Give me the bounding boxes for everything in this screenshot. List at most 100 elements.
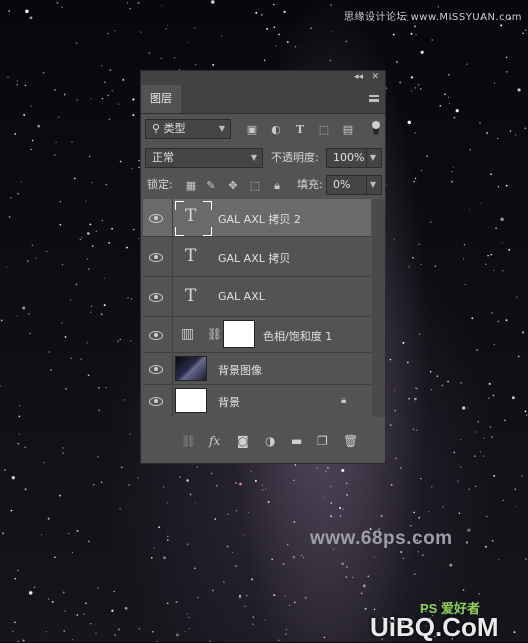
star — [119, 508, 121, 510]
star — [497, 186, 500, 188]
link-layers-icon[interactable]: ⛓ — [181, 434, 196, 448]
lock-all-icon[interactable]: 🔒︎ — [271, 179, 283, 193]
star — [429, 370, 432, 373]
star — [69, 299, 72, 301]
star — [17, 569, 19, 572]
fill-value: 0% — [333, 178, 351, 191]
star — [266, 27, 269, 30]
star — [239, 596, 241, 599]
star — [17, 443, 19, 445]
star — [261, 484, 264, 486]
visibility-eye-icon[interactable] — [148, 364, 164, 374]
star — [419, 88, 422, 90]
star — [174, 57, 176, 59]
star — [22, 306, 26, 310]
panel-titlebar[interactable]: ◂◂ ✕ — [141, 71, 385, 85]
star — [419, 333, 421, 335]
star — [344, 560, 346, 562]
star — [79, 238, 81, 241]
star — [283, 10, 286, 13]
fill-field[interactable]: 0% ▼ — [326, 175, 382, 195]
star — [123, 399, 126, 401]
star — [100, 65, 103, 67]
close-icon[interactable]: ✕ — [371, 72, 379, 82]
star — [415, 387, 417, 389]
star — [412, 257, 414, 259]
star — [48, 351, 51, 353]
blend-mode-select[interactable]: 正常 ▼ — [145, 148, 263, 168]
visibility-eye-icon[interactable] — [148, 292, 164, 302]
star — [120, 466, 123, 469]
adjustment-filter-icon[interactable]: ◐ — [269, 123, 283, 137]
star — [244, 605, 246, 608]
layer-row[interactable]: T GAL AXL 拷贝 2 — [143, 199, 371, 237]
lock-transparent-icon[interactable]: ▦ — [185, 179, 197, 193]
trash-icon[interactable]: 🗑︎ — [343, 434, 358, 448]
visibility-eye-icon[interactable] — [148, 252, 164, 262]
star — [277, 639, 280, 642]
layer-row[interactable]: T GAL AXL — [143, 277, 371, 317]
star — [418, 516, 421, 519]
star — [158, 526, 161, 529]
star — [408, 398, 410, 400]
type-filter-icon[interactable]: T — [293, 123, 307, 137]
chain-link-icon[interactable]: ⛓ — [207, 327, 222, 341]
lock-brush-icon[interactable]: ✎ — [205, 179, 217, 193]
star — [61, 6, 63, 9]
layer-row[interactable]: ▥ ⛓ 色相/饱和度 1 — [143, 317, 371, 353]
star — [211, 0, 215, 4]
star — [86, 232, 90, 235]
add-mask-icon[interactable]: ◙ — [237, 434, 249, 448]
star — [408, 266, 410, 268]
star — [518, 355, 520, 358]
star — [415, 429, 418, 432]
watermark-logo: UiBQ.CoM — [370, 612, 499, 642]
new-adjustment-layer-icon[interactable]: ◑ — [265, 434, 275, 448]
star — [22, 639, 25, 642]
star — [479, 450, 482, 453]
star — [483, 437, 485, 439]
row-divider — [172, 199, 173, 236]
fx-icon[interactable]: fx — [209, 434, 220, 448]
star — [498, 559, 500, 561]
star — [493, 475, 496, 477]
new-group-folder-icon[interactable]: ▬ — [291, 434, 302, 448]
star — [62, 452, 64, 454]
star — [47, 517, 50, 520]
filter-toggle[interactable] — [372, 121, 380, 135]
visibility-eye-icon[interactable] — [148, 213, 164, 223]
star — [501, 269, 504, 272]
new-layer-icon[interactable]: ❐ — [317, 434, 328, 448]
star — [175, 633, 179, 637]
layer-row[interactable]: 背景 🔒︎ — [143, 385, 371, 417]
star — [464, 283, 466, 285]
lock-move-icon[interactable]: ✥ — [227, 179, 239, 193]
star — [138, 628, 141, 630]
filter-type-select[interactable]: ⚲ 类型 ▼ — [145, 119, 231, 139]
star — [161, 5, 163, 7]
panel-menu-icon[interactable] — [369, 95, 379, 102]
star — [323, 636, 326, 638]
layer-row[interactable]: T GAL AXL 拷贝 — [143, 237, 371, 277]
tab-layers[interactable]: 图层 — [141, 85, 181, 113]
layer-row[interactable]: 背景图像 — [143, 353, 371, 385]
image-filter-icon[interactable]: ▣ — [245, 123, 259, 137]
star — [517, 88, 521, 92]
collapse-icon[interactable]: ◂◂ — [354, 72, 363, 82]
star — [410, 32, 413, 35]
layer-list-scrollbar[interactable] — [372, 199, 385, 417]
layer-mask-thumbnail[interactable] — [223, 320, 255, 348]
star — [396, 60, 398, 63]
star — [11, 476, 15, 480]
star — [100, 313, 103, 316]
visibility-eye-icon[interactable] — [148, 330, 164, 340]
shape-filter-icon[interactable]: ⬚ — [317, 123, 331, 137]
smart-object-filter-icon[interactable]: ▤ — [341, 123, 355, 137]
star — [76, 614, 79, 616]
lock-artboard-icon[interactable]: ⬚ — [249, 179, 261, 193]
star — [325, 470, 328, 473]
star — [247, 511, 249, 513]
visibility-eye-icon[interactable] — [148, 396, 164, 406]
opacity-field[interactable]: 100% ▼ — [326, 148, 382, 168]
star — [114, 634, 116, 636]
